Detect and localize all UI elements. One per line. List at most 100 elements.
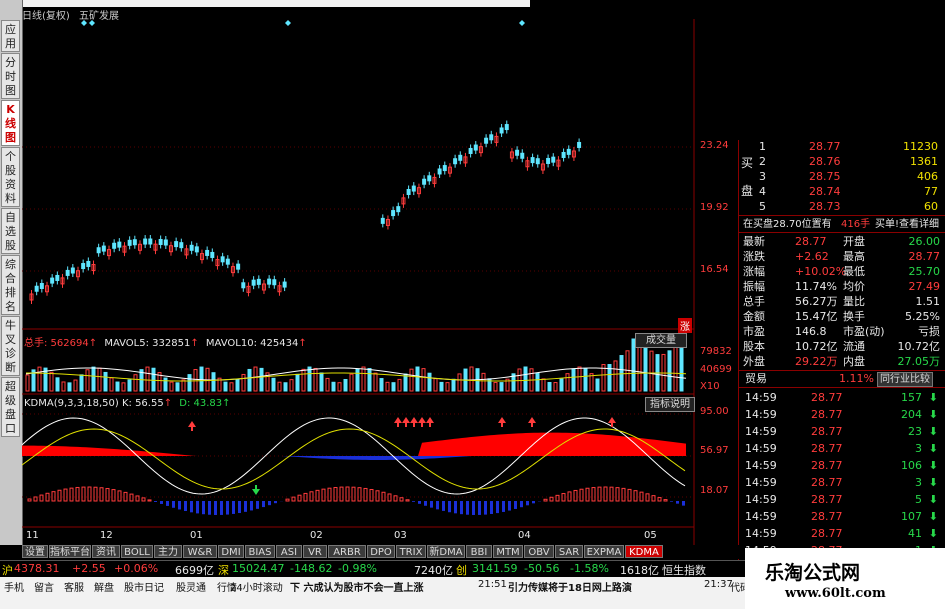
volume-bar (667, 350, 672, 392)
volume-bar (583, 368, 588, 392)
histogram-bar (567, 491, 572, 502)
candle (499, 127, 504, 134)
histogram-bar (27, 498, 32, 502)
volume-bar (337, 382, 342, 392)
indicator-tab[interactable]: ARBR (328, 545, 366, 558)
order-book-row[interactable]: 1 28.77 11230 (739, 140, 945, 153)
histogram-bar (105, 488, 110, 502)
volume-bar (451, 378, 456, 392)
tab-watchlist[interactable]: 自选股 (1, 208, 20, 254)
volume-bar (133, 374, 138, 392)
candle (272, 279, 277, 286)
indicator-tab[interactable]: VR (303, 545, 327, 558)
indicator-tab[interactable]: ASI (276, 545, 302, 558)
volume-bar (151, 367, 156, 392)
volume-bar (49, 371, 54, 392)
tab-diagnosis[interactable]: 牛叉诊断 (1, 316, 20, 376)
tick-row: 14:59 28.77 3 ⬇ (745, 442, 938, 455)
histogram-bar (532, 501, 535, 504)
histogram-bar (196, 501, 199, 514)
kdma-header: KDMA(9,3,3,18,50) K: 56.55↑ D: 43.83↑ (24, 398, 231, 409)
industry-compare-button[interactable]: 同行业比较 (877, 372, 933, 387)
indicator-tab[interactable]: 主力 (154, 545, 182, 558)
status-menu-item[interactable]: 股灵通 (176, 579, 206, 594)
status-menu-item[interactable]: 留言 (34, 579, 54, 594)
indicator-tab[interactable]: KDMA (625, 545, 663, 558)
status-menu-item[interactable]: 手机 (4, 579, 24, 594)
volume-bar (73, 379, 78, 392)
volume-bar (535, 372, 540, 392)
candle (205, 249, 210, 256)
status-menu-item[interactable]: 客服 (64, 579, 84, 594)
indicator-tab[interactable]: BBI (466, 545, 492, 558)
volume-bar (313, 367, 318, 392)
volume-bar (367, 368, 372, 392)
indicator-help-button[interactable]: 指标说明 (645, 397, 695, 412)
indicator-tab[interactable]: 指标平台 (49, 545, 91, 558)
histogram-bar (33, 496, 38, 502)
histogram-bar (496, 501, 499, 514)
volume-bar (613, 360, 618, 392)
volume-bar (79, 374, 84, 392)
candle (39, 282, 44, 289)
histogram-bar (232, 501, 235, 514)
volume-bar (241, 373, 246, 392)
histogram-bar (484, 501, 487, 515)
indicator-tab[interactable]: 资讯 (92, 545, 120, 558)
down-arrow-icon: ⬇ (928, 510, 938, 523)
buy-order-button[interactable]: 买单! (875, 218, 899, 231)
order-book-row[interactable]: 4 28.74 77 (739, 185, 945, 198)
tab-kline[interactable]: K线图 (1, 100, 20, 146)
indicator-tab[interactable]: 设置 (22, 545, 48, 558)
volume-bar (373, 372, 378, 392)
histogram-bar (442, 501, 445, 511)
order-book-row[interactable]: 2 28.76 1361 (739, 155, 945, 168)
tick-row: 14:59 28.77 107 ⬇ (745, 510, 938, 523)
kdma-axis-label: 95.00 (700, 406, 729, 417)
indicator-tab[interactable]: DMI (218, 545, 244, 558)
indicator-tab[interactable]: 新DMA (427, 545, 465, 558)
indicator-tab[interactable]: W&R (183, 545, 217, 558)
indicator-tab[interactable]: BIAS (245, 545, 275, 558)
down-arrow-icon: ⬇ (928, 442, 938, 455)
indicator-tab[interactable]: TRIX (396, 545, 426, 558)
order-book-row[interactable]: 5 28.73 60 (739, 200, 945, 213)
volume-bar (121, 382, 126, 392)
histogram-bar (466, 501, 469, 515)
volume-bar (91, 366, 96, 392)
indicator-tab[interactable]: OBV (524, 545, 554, 558)
kline-chart-area[interactable] (22, 19, 738, 545)
status-menu-item[interactable]: 解盘 (94, 579, 114, 594)
news-headline[interactable]: 下 六成认为股市不会一直上涨 (290, 579, 423, 594)
indicator-tab[interactable]: EXPMA (584, 545, 624, 558)
view-details-button[interactable]: 查看详细 (899, 218, 939, 231)
volume-bar (271, 377, 276, 392)
volume-bar (109, 377, 114, 392)
status-menu-item[interactable]: 股市日记 (124, 579, 164, 594)
volume-bar (409, 368, 414, 392)
candle (577, 141, 582, 148)
tab-super-orderbook[interactable]: 超级盘口 (1, 377, 20, 437)
candle (55, 274, 60, 281)
x-axis-labels: 11 12 01 02 03 04 05 (22, 530, 722, 544)
histogram-bar (591, 487, 596, 502)
order-book-row[interactable]: 3 28.75 406 (739, 170, 945, 183)
histogram-bar (460, 501, 463, 515)
volume-bar (319, 372, 324, 392)
indicator-tab[interactable]: SAR (555, 545, 583, 558)
tab-intraday[interactable]: 分时图 (1, 53, 20, 99)
tab-stock-info[interactable]: 个股资料 (1, 147, 20, 207)
candle (127, 239, 132, 246)
indicator-tab[interactable]: MTM (493, 545, 523, 558)
tab-ranking[interactable]: 综合排名 (1, 255, 20, 315)
news-headline[interactable]: 引力传媒将于18日网上路演 (508, 579, 632, 594)
volume-bar (679, 340, 684, 392)
indicator-tab[interactable]: BOLL (121, 545, 153, 558)
quote-stat-row: 市盈 146.8 市盈(动) 亏损 (743, 325, 940, 338)
quote-stat-row: 总手 56.27万 量比 1.51 (743, 295, 940, 308)
histogram-bar (190, 501, 193, 513)
tab-apps[interactable]: 应用 (1, 20, 20, 52)
volume-button[interactable]: 成交量 (635, 333, 687, 348)
candle (236, 263, 241, 270)
indicator-tab[interactable]: DPO (367, 545, 395, 558)
